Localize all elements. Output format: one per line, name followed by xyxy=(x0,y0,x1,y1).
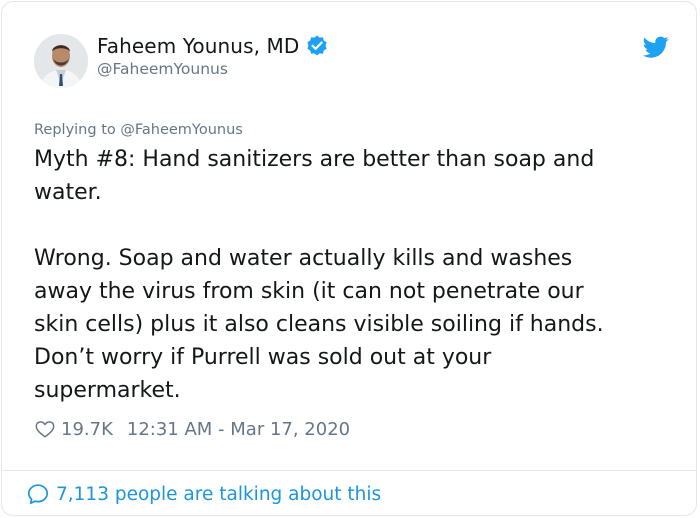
tweet-meta: 19.7K 12:31 AM - Mar 17, 2020 xyxy=(34,418,350,440)
tweet-timestamp[interactable]: 12:31 AM - Mar 17, 2020 xyxy=(127,419,350,440)
avatar-image xyxy=(34,34,88,88)
tweet-text: Myth #8: Hand sanitizers are better than… xyxy=(34,147,604,403)
twitter-bird-icon[interactable] xyxy=(643,34,669,60)
author-handle[interactable]: @FaheemYounus xyxy=(97,60,228,78)
conversation-link[interactable]: 7,113 people are talking about this xyxy=(26,482,381,506)
talking-count-label[interactable]: 7,113 people are talking about this xyxy=(56,484,381,505)
divider xyxy=(2,470,696,471)
verified-badge-icon xyxy=(307,35,327,56)
author-name-row[interactable]: Faheem Younus, MD xyxy=(97,34,329,58)
heart-icon[interactable] xyxy=(34,418,56,440)
like-count[interactable]: 19.7K xyxy=(61,419,113,440)
avatar[interactable] xyxy=(34,34,88,88)
speech-bubble-icon xyxy=(27,484,49,505)
replying-to[interactable]: Replying to @FaheemYounus xyxy=(34,122,243,138)
tweet-card: Faheem Younus, MD @FaheemYounus Replying… xyxy=(1,1,697,516)
display-name[interactable]: Faheem Younus, MD xyxy=(97,34,299,58)
